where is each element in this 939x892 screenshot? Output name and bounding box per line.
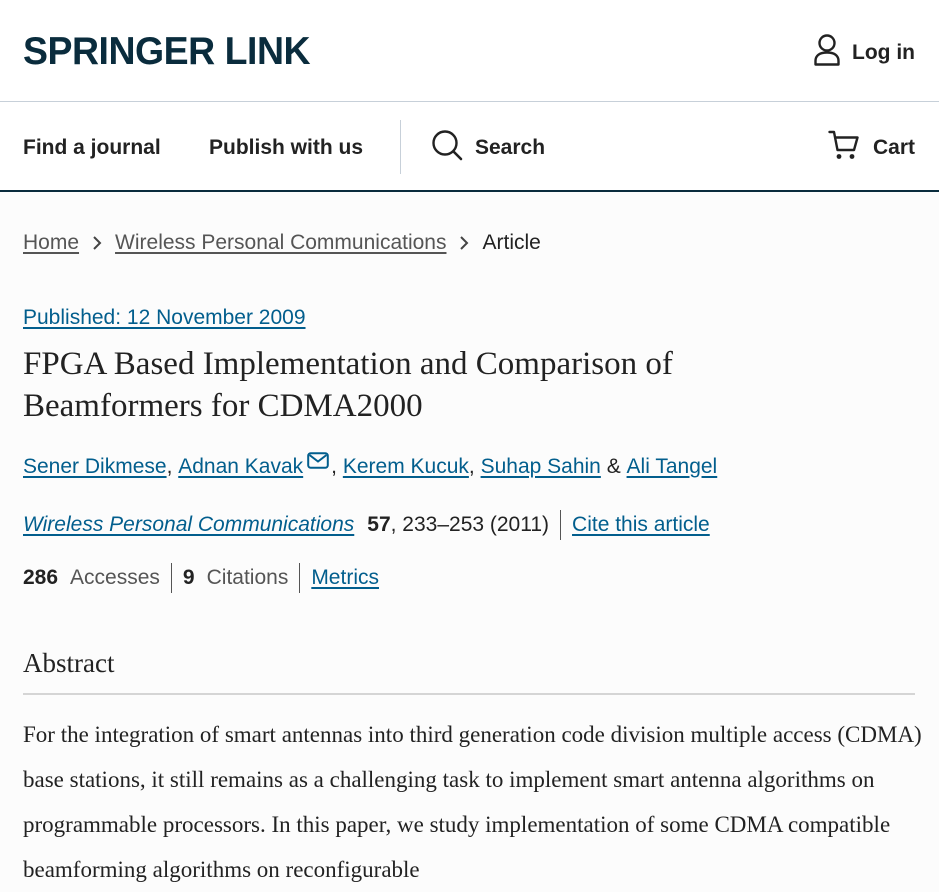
login-label: Log in [852,41,915,64]
accesses-count: 286 [23,566,59,589]
springer-link-logo[interactable]: SPRINGER LINK [23,30,311,74]
citations-count: 9 [182,566,195,589]
author-separator: , [468,455,481,478]
author-separator: & [600,455,627,478]
accesses-label: Accesses [70,566,160,589]
envelope-icon[interactable] [307,451,329,475]
chevron-right-icon [459,235,469,251]
search-icon [431,129,463,167]
cart-button[interactable]: Cart [828,130,915,166]
author-link[interactable]: Sener Dikmese [23,455,167,479]
breadcrumb-current: Article [482,231,541,254]
published-date-link[interactable]: Published: 12 November 2009 [23,306,306,330]
author-link[interactable]: Kerem Kucuk [343,455,469,479]
find-journal-link[interactable]: Find a journal [23,136,161,160]
metrics-bar: 286 Accesses 9 Citations Metrics [23,563,379,593]
author-separator: , [331,455,343,478]
cart-icon [828,129,860,167]
cite-this-article-link[interactable]: Cite this article [572,513,710,537]
abstract-heading: Abstract [23,648,115,678]
cart-label: Cart [872,136,915,159]
journal-link[interactable]: Wireless Personal Communications [23,513,354,537]
chevron-right-icon [92,235,102,251]
login-button[interactable]: Log in [814,34,915,72]
volume: 57 [367,513,391,536]
breadcrumb-home[interactable]: Home [23,231,79,255]
divider [170,563,172,593]
breadcrumb-journal[interactable]: Wireless Personal Communications [115,231,446,255]
pages-year: , 233–253 (2011) [390,513,550,536]
site-header: SPRINGER LINK Log in [0,0,939,102]
section-divider [23,693,915,695]
author-list: Sener Dikmese, Adnan Kavak , Kerem Kucuk… [23,452,718,479]
nav-divider [400,120,401,174]
user-icon [814,34,840,72]
citations-label: Citations [206,566,289,589]
divider [560,510,562,540]
publish-with-us-link[interactable]: Publish with us [209,136,363,160]
search-button[interactable]: Search [431,130,545,166]
divider [299,563,301,593]
breadcrumb: Home Wireless Personal Communications Ar… [23,231,541,255]
author-link[interactable]: Adnan Kavak [178,455,303,479]
metrics-link[interactable]: Metrics [311,566,379,590]
search-label: Search [475,136,546,159]
article-title: FPGA Based Implementation and Comparison… [23,346,673,424]
citation-line: Wireless Personal Communications 57 , 23… [23,510,710,540]
author-link[interactable]: Suhap Sahin [481,455,601,479]
author-separator: , [166,455,179,478]
main-nav: Find a journal Publish with us Search Ca… [0,102,939,192]
author-link[interactable]: Ali Tangel [627,455,718,479]
abstract-text: For the integration of smart antennas in… [23,722,922,882]
